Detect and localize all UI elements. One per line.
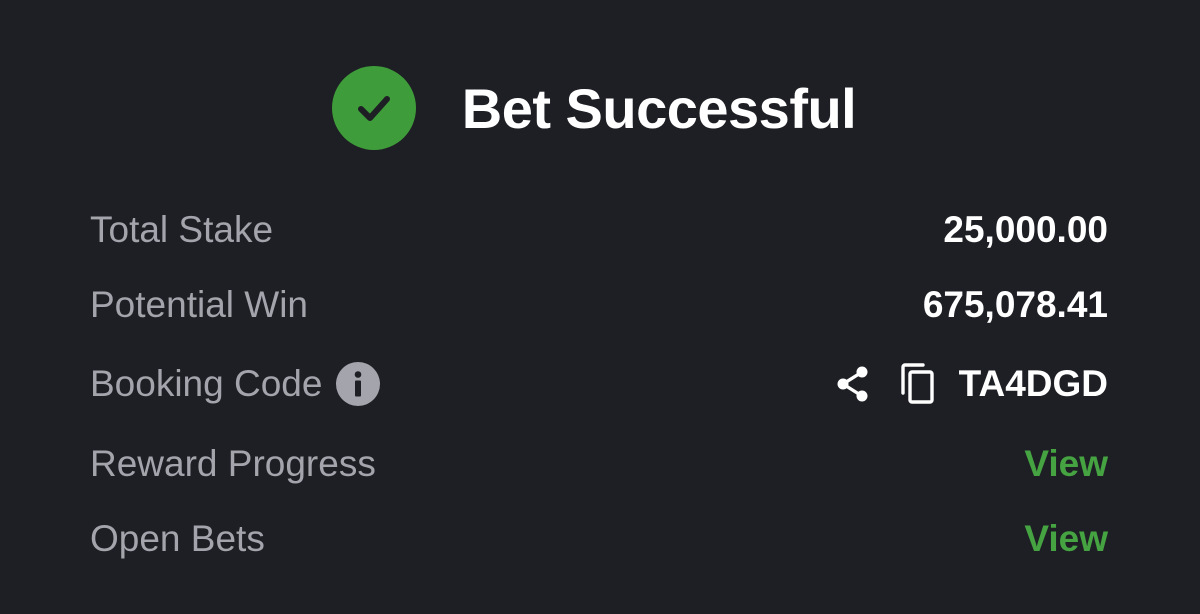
booking-code-row: Booking Code TA4DGD [90,354,1108,414]
potential-win-label: Potential Win [90,284,308,325]
reward-progress-row: Reward Progress View [90,434,1108,494]
success-header: Bet Successful [0,62,1200,154]
open-bets-row: Open Bets View [90,509,1108,569]
booking-code-value[interactable]: TA4DGD [959,363,1108,405]
info-icon[interactable] [336,362,381,406]
booking-code-label: Booking Code [90,363,323,404]
copy-icon[interactable] [897,361,941,407]
share-icon[interactable] [831,362,875,406]
total-stake-value: 25,000.00 [943,209,1108,250]
potential-win-row: Potential Win 675,078.41 [90,275,1108,335]
potential-win-value: 675,078.41 [922,284,1108,325]
total-stake-label: Total Stake [90,209,274,250]
open-bets-view-link[interactable]: View [1024,518,1108,560]
check-circle-icon [331,66,416,150]
page-title: Bet Successful [461,76,857,140]
total-stake-row: Total Stake 25,000.00 [90,200,1108,260]
reward-progress-label: Reward Progress [90,443,376,484]
open-bets-label: Open Bets [90,518,265,559]
reward-progress-view-link[interactable]: View [1024,443,1108,485]
booking-code-value-group: TA4DGD [831,361,1108,407]
booking-code-label-group: Booking Code [90,362,381,406]
